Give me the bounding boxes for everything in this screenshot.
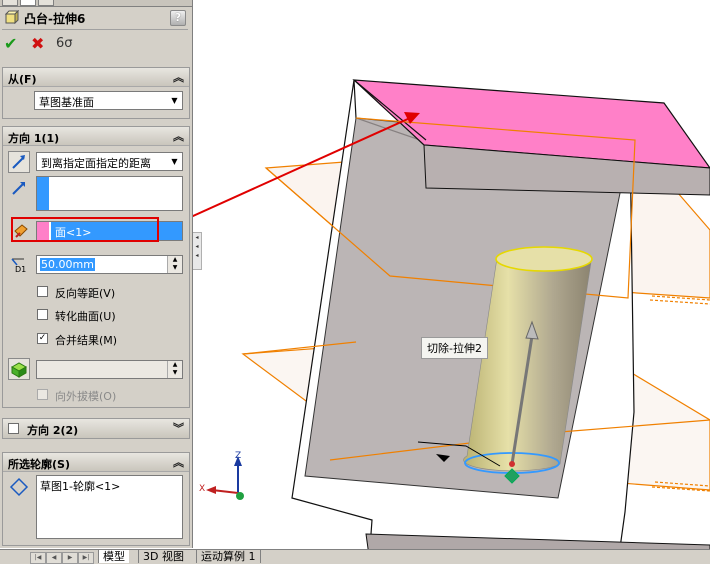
action-row: ✔ ✖ 6σ [4, 35, 84, 55]
selected-contours-header[interactable]: 所选轮廓(S) ︽ [3, 453, 189, 472]
from-group-header[interactable]: 从(F) ︽ [3, 68, 189, 87]
checkbox-disabled [37, 389, 48, 400]
dropdown-arrow-icon[interactable]: ▼ [167, 92, 182, 109]
option-label: 向外拔模(O) [55, 390, 117, 403]
tab-model[interactable]: 模型 [98, 550, 129, 563]
panel-title: 凸台-拉伸6 [24, 12, 86, 26]
distance-value: 50.00mm [40, 258, 95, 271]
reverse-direction-icon[interactable] [8, 151, 30, 173]
orientation-triad [206, 456, 244, 500]
last-tab-arrow-icon[interactable]: ▶| [78, 552, 94, 564]
tab-configuration[interactable] [38, 0, 54, 6]
preview-glasses-icon[interactable]: 6σ [56, 35, 73, 53]
end-condition-combo[interactable]: 到离指定面指定的距离 ▼ [36, 152, 183, 171]
direction-reference-list[interactable] [36, 176, 183, 211]
option-label: 合并结果(M) [55, 334, 118, 347]
contours-list[interactable]: 草图1-轮廓<1> [36, 475, 183, 539]
collapse-chevron-icon[interactable]: ︽ [173, 69, 184, 85]
end-condition-value: 到离指定面指定的距离 [41, 157, 151, 170]
from-combo-value: 草图基准面 [39, 96, 94, 109]
bottom-tab-bar: |◀ ◀ ▶ ▶| 模型 3D 视图 运动算例 1 [0, 549, 710, 564]
contour-diamond-icon [9, 477, 29, 497]
list-color-swatch [37, 177, 49, 210]
manager-tabs [0, 0, 192, 7]
tab-property-manager[interactable] [20, 0, 36, 6]
direction2-title: 方向 2(2) [27, 424, 79, 437]
boss-extrude-icon [5, 10, 19, 24]
list-item[interactable]: 草图1-轮廓<1> [40, 478, 120, 494]
checkbox[interactable] [37, 309, 48, 320]
expand-chevron-icon[interactable]: ︾ [173, 420, 184, 436]
tab-motion-study[interactable]: 运动算例 1 [196, 550, 261, 563]
cancel-x-icon[interactable]: ✖ [31, 35, 44, 53]
distance-spinner[interactable]: 50.00mm ▲ ▼ [36, 255, 183, 274]
selected-contours-group: 所选轮廓(S) ︽ 草图1-轮廓<1> [2, 452, 190, 546]
tab-feature-tree[interactable] [2, 0, 18, 6]
tab-3d-view[interactable]: 3D 视图 [138, 550, 188, 563]
cylinder-top-edge [495, 246, 593, 272]
collapse-chevron-icon[interactable]: ︽ [173, 128, 184, 144]
checkbox-checked[interactable]: ✓ [37, 333, 48, 344]
from-group-title: 从(F) [8, 73, 37, 86]
collapse-chevron-icon[interactable]: ︽ [173, 454, 184, 470]
feature-tooltip: 切除-拉伸2 [421, 337, 488, 359]
next-tab-arrow-icon[interactable]: ▶ [62, 552, 78, 564]
prev-tab-arrow-icon[interactable]: ◀ [46, 552, 62, 564]
selected-contours-title: 所选轮廓(S) [8, 458, 70, 471]
spinner-arrows-icon: ▲ ▼ [167, 361, 182, 378]
direction1-group: 方向 1(1) ︽ 到离指定面指定的距离 ▼ 面<1> D1 50.00mm ▲… [2, 126, 190, 408]
panel-titlebar: 凸台-拉伸6 ? [2, 7, 188, 30]
ok-check-icon[interactable]: ✔ [4, 35, 17, 53]
from-group: 从(F) ︽ 草图基准面 ▼ [2, 67, 190, 119]
draft-toggle-icon[interactable] [8, 358, 30, 380]
direction1-title: 方向 1(1) [8, 132, 60, 145]
option-label: 反向等距(V) [55, 287, 116, 300]
direction2-checkbox[interactable] [8, 423, 19, 434]
checkbox[interactable] [37, 286, 48, 297]
from-combo[interactable]: 草图基准面 ▼ [34, 91, 183, 110]
triad-z-label: Z [235, 451, 242, 461]
draft-angle-spinner: ▲ ▼ [36, 360, 183, 379]
triad-x-label: X [199, 484, 206, 494]
direction-vector-icon [12, 182, 25, 195]
dropdown-arrow-icon[interactable]: ▼ [167, 153, 182, 170]
annotation-highlight-box [11, 217, 159, 242]
distance-icon-label: D1 [15, 265, 27, 274]
panel-collapse-handle[interactable]: ◂ ◂ ◂ [193, 232, 202, 270]
first-tab-arrow-icon[interactable]: |◀ [30, 552, 46, 564]
help-button[interactable]: ? [170, 10, 186, 26]
direction2-group[interactable]: 方向 2(2) ︾ [2, 418, 190, 439]
direction1-header[interactable]: 方向 1(1) ︽ [3, 127, 189, 146]
spinner-arrows-icon[interactable]: ▲ ▼ [167, 256, 182, 273]
option-label: 转化曲面(U) [55, 310, 116, 323]
direction2-header[interactable]: 方向 2(2) ︾ [3, 419, 189, 438]
property-manager: 凸台-拉伸6 ? ✔ ✖ 6σ 从(F) ︽ 草图基准面 ▼ 方向 1(1) ︽… [0, 0, 193, 548]
